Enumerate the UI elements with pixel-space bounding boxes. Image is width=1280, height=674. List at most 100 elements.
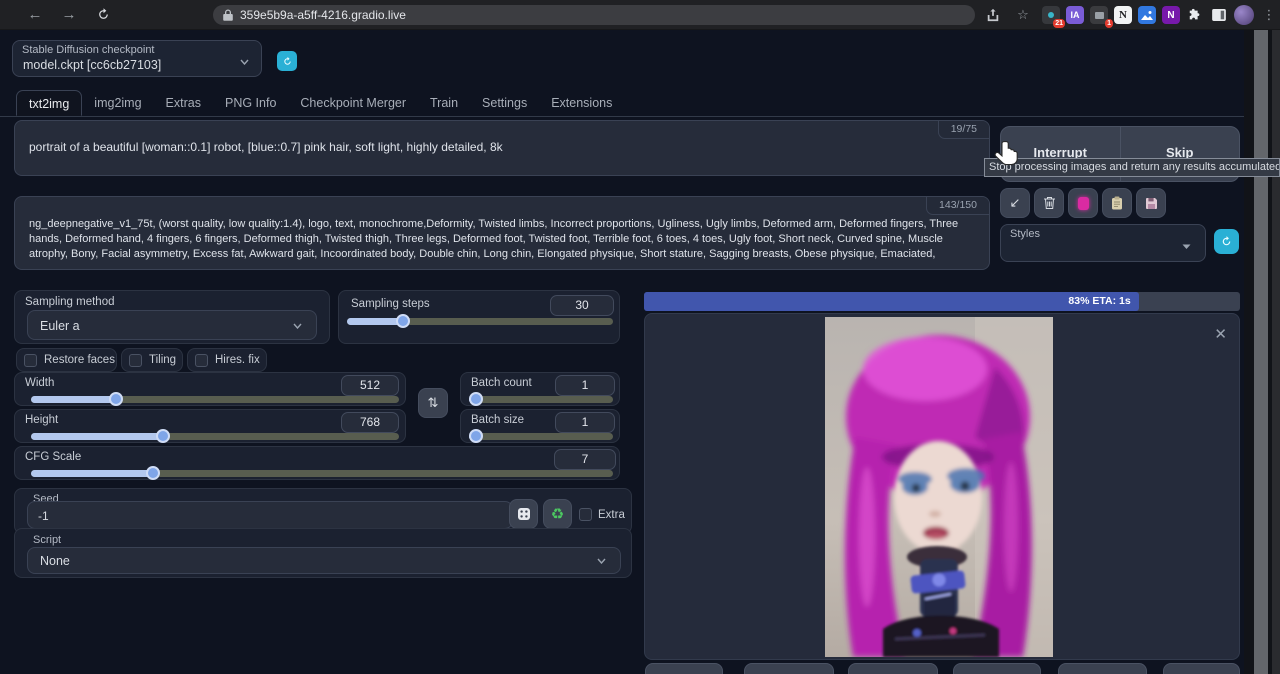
- slider-thumb[interactable]: [396, 314, 410, 328]
- tab-extensions[interactable]: Extensions: [539, 90, 624, 116]
- random-seed-button[interactable]: [509, 499, 538, 529]
- gallery-action-button[interactable]: [744, 663, 834, 674]
- negative-prompt-textarea[interactable]: 143/150 ng_deepnegative_v1_75t, (worst q…: [14, 196, 990, 270]
- swap-dimensions-button[interactable]: ⇅: [418, 388, 448, 418]
- slider-thumb[interactable]: [156, 429, 170, 443]
- gallery-action-button[interactable]: [848, 663, 938, 674]
- extension-image-icon[interactable]: [1138, 6, 1156, 24]
- paste-params-button[interactable]: ↙: [1000, 188, 1030, 218]
- extension-notion-icon[interactable]: N: [1114, 6, 1132, 24]
- extension-badge21-icon[interactable]: 21: [1042, 6, 1060, 24]
- checkpoint-dropdown[interactable]: Stable Diffusion checkpoint model.ckpt […: [12, 40, 262, 77]
- forward-icon[interactable]: →: [58, 4, 80, 26]
- hires-fix-checkbox[interactable]: [195, 354, 208, 367]
- slider-thumb[interactable]: [469, 392, 483, 406]
- sampling-steps-input[interactable]: 30: [550, 295, 614, 316]
- checkpoint-refresh-button[interactable]: [277, 51, 297, 71]
- tab-settings[interactable]: Settings: [470, 90, 539, 116]
- kebab-menu-icon[interactable]: ⋮: [1258, 4, 1280, 26]
- hires-fix-option[interactable]: Hires. fix: [187, 348, 267, 372]
- prompt-textarea[interactable]: 19/75 portrait of a beautiful [woman::0.…: [14, 120, 990, 176]
- styles-dropdown[interactable]: Styles: [1000, 224, 1206, 262]
- sampling-method-value: Euler a: [40, 319, 80, 333]
- width-slider[interactable]: [31, 396, 399, 403]
- slider-thumb[interactable]: [109, 392, 123, 406]
- bookmark-star-icon[interactable]: ☆: [1012, 4, 1034, 26]
- negative-token-counter: 143/150: [926, 197, 989, 215]
- restore-faces-label: Restore faces: [44, 354, 115, 366]
- styles-refresh-button[interactable]: [1214, 229, 1239, 254]
- extensions-puzzle-icon[interactable]: [1186, 6, 1204, 24]
- negative-prompt-text: ng_deepnegative_v1_75t, (worst quality, …: [29, 217, 975, 263]
- cfg-scale-block: CFG Scale 7: [14, 446, 620, 480]
- tab-img2img[interactable]: img2img: [82, 90, 153, 116]
- tab-png-info[interactable]: PNG Info: [213, 90, 288, 116]
- sampling-steps-slider[interactable]: [347, 318, 613, 325]
- extension-ia-icon[interactable]: IA: [1066, 6, 1084, 24]
- reload-icon[interactable]: [92, 4, 114, 26]
- cfg-scale-slider[interactable]: [31, 470, 613, 477]
- cfg-scale-input[interactable]: 7: [554, 449, 616, 470]
- generated-image[interactable]: [825, 317, 1053, 657]
- checkpoint-label: Stable Diffusion checkpoint: [22, 44, 155, 56]
- sidebar-panel-icon[interactable]: [1210, 6, 1228, 24]
- chevron-down-icon: [293, 323, 302, 329]
- extension-onenote-icon[interactable]: N: [1162, 6, 1180, 24]
- clipboard-icon: [1111, 196, 1123, 210]
- seed-extra-checkbox[interactable]: [579, 508, 592, 521]
- sampling-method-dropdown[interactable]: Euler a: [27, 310, 317, 340]
- tab-checkpoint-merger[interactable]: Checkpoint Merger: [288, 90, 418, 116]
- extension-capture-icon[interactable]: 1: [1090, 6, 1108, 24]
- sampling-steps-label: Sampling steps: [351, 298, 430, 310]
- gallery-action-button[interactable]: [645, 663, 723, 674]
- tab-txt2img[interactable]: txt2img: [16, 90, 82, 116]
- tab-train[interactable]: Train: [418, 90, 470, 116]
- seed-input[interactable]: -1: [27, 501, 513, 529]
- clear-prompt-button[interactable]: [1034, 188, 1064, 218]
- batch-count-input[interactable]: 1: [555, 375, 615, 396]
- refresh-icon: [1220, 235, 1233, 248]
- width-block: Width 512: [14, 372, 406, 406]
- apply-style-button[interactable]: [1102, 188, 1132, 218]
- height-label: Height: [25, 414, 58, 426]
- share-icon[interactable]: [982, 4, 1004, 26]
- batch-count-slider[interactable]: [469, 396, 613, 403]
- back-icon[interactable]: ←: [24, 4, 46, 26]
- tiling-option[interactable]: Tiling: [121, 348, 183, 372]
- seed-value: -1: [38, 509, 49, 523]
- mouse-cursor-hand-icon: [994, 140, 1021, 172]
- address-bar[interactable]: 359e5b9a-a5ff-4216.gradio.live: [213, 5, 975, 25]
- height-slider[interactable]: [31, 433, 399, 440]
- app-screen: ← → 359e5b9a-a5ff-4216.gradio.live ☆ 21 …: [0, 0, 1280, 674]
- page-url: 359e5b9a-a5ff-4216.gradio.live: [240, 8, 406, 22]
- script-value: None: [40, 554, 70, 568]
- scrollbar-thumb[interactable]: [1254, 30, 1268, 674]
- height-input[interactable]: 768: [341, 412, 399, 433]
- extension-badge-count: 21: [1053, 19, 1065, 28]
- save-style-button[interactable]: [1136, 188, 1166, 218]
- script-block: Script None: [14, 528, 632, 578]
- batch-size-slider[interactable]: [469, 433, 613, 440]
- profile-avatar[interactable]: [1234, 5, 1254, 25]
- restore-faces-option[interactable]: Restore faces: [16, 348, 117, 372]
- tab-extras[interactable]: Extras: [154, 90, 213, 116]
- gallery-action-button[interactable]: [953, 663, 1041, 674]
- hires-fix-label: Hires. fix: [215, 354, 260, 366]
- seed-extra-label: Extra: [598, 509, 625, 521]
- reuse-seed-button[interactable]: ♻: [543, 499, 572, 529]
- script-dropdown[interactable]: None: [27, 547, 621, 574]
- slider-thumb[interactable]: [146, 466, 160, 480]
- page-scrollbar[interactable]: [1244, 30, 1280, 674]
- tiling-checkbox[interactable]: [129, 354, 142, 367]
- batch-size-input[interactable]: 1: [555, 412, 615, 433]
- width-input[interactable]: 512: [341, 375, 399, 396]
- chevron-down-icon: [597, 558, 606, 564]
- slider-thumb[interactable]: [469, 429, 483, 443]
- tiling-label: Tiling: [149, 354, 176, 366]
- close-icon[interactable]: ✕: [1214, 327, 1227, 342]
- gallery-action-button[interactable]: [1058, 663, 1147, 674]
- extra-networks-button[interactable]: [1068, 188, 1098, 218]
- gallery-action-button[interactable]: [1163, 663, 1240, 674]
- restore-faces-checkbox[interactable]: [24, 354, 37, 367]
- batch-size-label: Batch size: [471, 414, 524, 426]
